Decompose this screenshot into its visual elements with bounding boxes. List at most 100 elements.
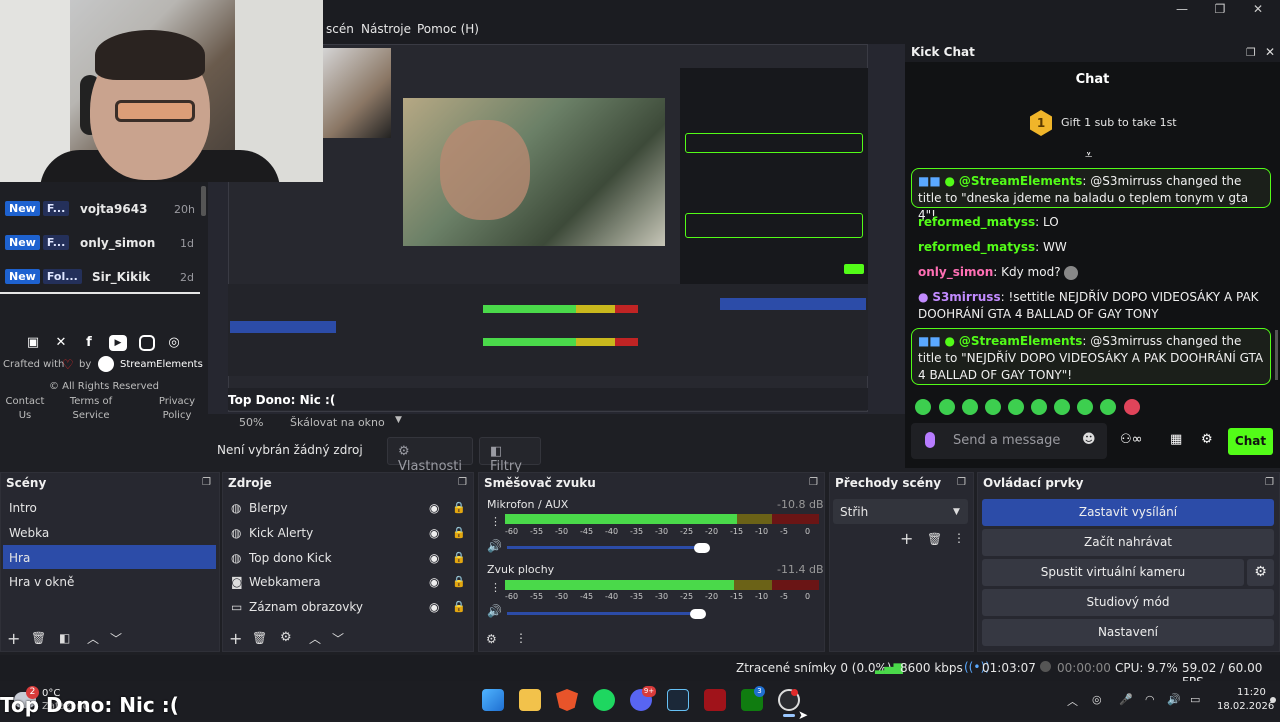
down-icon[interactable]: ﹀ bbox=[332, 630, 344, 647]
speaker-icon[interactable]: 🔊 bbox=[487, 604, 502, 618]
steam-icon[interactable] bbox=[667, 689, 689, 711]
menu-tools[interactable]: Nástroje bbox=[361, 22, 411, 36]
speaker-icon[interactable]: 🔊 bbox=[487, 539, 502, 553]
settings-button[interactable]: Nastavení bbox=[982, 619, 1274, 646]
lock-icon[interactable]: 🔒 bbox=[452, 501, 466, 514]
undock-icon[interactable]: ❐ bbox=[458, 477, 467, 488]
x-icon[interactable]: ✕ bbox=[53, 335, 69, 351]
discord-icon[interactable]: ◎ bbox=[166, 335, 182, 351]
facebook-icon[interactable]: f bbox=[81, 335, 97, 351]
lock-icon[interactable]: 🔒 bbox=[452, 526, 466, 539]
twitch-icon[interactable]: ▣ bbox=[25, 335, 41, 351]
terms-link[interactable]: Terms of Service bbox=[68, 395, 114, 423]
virtual-camera-button[interactable]: Spustit virtuální kameru bbox=[982, 559, 1244, 586]
chat-username[interactable]: reformed_matyss bbox=[918, 215, 1035, 229]
emoji-icon[interactable]: ☻ bbox=[1082, 432, 1096, 447]
scene-item[interactable]: Webka bbox=[9, 526, 49, 540]
emote-icon[interactable] bbox=[939, 399, 955, 415]
trash-icon[interactable]: 🗑 bbox=[31, 631, 46, 645]
chat-username[interactable]: only_simon bbox=[918, 265, 993, 279]
gift-text[interactable]: Gift 1 sub to take 1st bbox=[1061, 116, 1177, 129]
close-icon[interactable]: ✕ bbox=[1265, 45, 1275, 59]
undock-icon[interactable]: ❐ bbox=[1265, 477, 1274, 488]
eye-icon[interactable]: ◉ bbox=[429, 501, 439, 515]
add-icon[interactable]: + bbox=[7, 629, 20, 648]
mic-tray-icon[interactable]: 🎤 bbox=[1119, 693, 1133, 706]
trash-icon[interactable]: 🗑 bbox=[252, 631, 267, 645]
privacy-link[interactable]: Privacy Policy bbox=[152, 395, 202, 423]
windows-start-icon[interactable] bbox=[482, 689, 504, 711]
up-icon[interactable]: ︿ bbox=[87, 630, 99, 647]
up-icon[interactable]: ︿ bbox=[309, 630, 321, 647]
add-icon[interactable]: + bbox=[900, 529, 913, 548]
chat-username[interactable]: reformed_matyss bbox=[918, 240, 1035, 254]
chevron-down-icon[interactable]: ▼ bbox=[953, 507, 960, 517]
emote-icon[interactable] bbox=[1124, 399, 1140, 415]
stop-streaming-button[interactable]: Zastavit vysílání bbox=[982, 499, 1274, 526]
pinned-chevron-icon[interactable]: ⩡ bbox=[1085, 148, 1092, 163]
clock-date[interactable]: 18.02.2026 bbox=[1217, 701, 1274, 712]
wifi-icon[interactable]: ◠ bbox=[1145, 693, 1155, 706]
scene-item[interactable]: Intro bbox=[9, 501, 37, 515]
menu-help[interactable]: Pomoc (H) bbox=[417, 22, 479, 36]
kebab-menu-icon[interactable]: ⋮ bbox=[515, 631, 527, 645]
battery-icon[interactable]: ▭ bbox=[1190, 693, 1200, 706]
emote-icon[interactable] bbox=[985, 399, 1001, 415]
trash-icon[interactable]: 🗑 bbox=[927, 532, 942, 546]
studio-mode-button[interactable]: Studiový mód bbox=[982, 589, 1274, 616]
emote-icon[interactable] bbox=[1077, 399, 1093, 415]
kebab-menu-icon[interactable]: ⋮ bbox=[490, 515, 501, 528]
undock-icon[interactable]: ❐ bbox=[957, 477, 966, 488]
clock-time[interactable]: 11:20 bbox=[1237, 687, 1266, 698]
volume-slider-track[interactable] bbox=[507, 546, 707, 549]
source-item[interactable]: Blerpy bbox=[249, 501, 288, 515]
volume-icon[interactable]: 🔊 bbox=[1167, 693, 1181, 706]
undock-icon[interactable]: ❐ bbox=[809, 477, 818, 488]
transition-selected[interactable]: Střih bbox=[840, 505, 868, 519]
volume-slider-handle[interactable] bbox=[690, 609, 706, 619]
game-launcher-icon[interactable] bbox=[704, 689, 726, 711]
youtube-icon[interactable]: ▶ bbox=[109, 335, 127, 351]
notification-icon[interactable] bbox=[1270, 697, 1276, 703]
store-icon[interactable]: ▦ bbox=[1170, 432, 1182, 447]
instagram-icon[interactable] bbox=[139, 335, 155, 351]
spotify-icon[interactable] bbox=[593, 689, 615, 711]
contact-link[interactable]: Contact Us bbox=[4, 395, 46, 423]
lock-icon[interactable]: 🔒 bbox=[452, 600, 466, 613]
emote-icon[interactable] bbox=[1031, 399, 1047, 415]
close-button[interactable]: ✕ bbox=[1238, 2, 1278, 20]
audio-settings-icon[interactable]: ⚙ bbox=[486, 632, 497, 646]
chat-input-placeholder[interactable]: Send a message bbox=[953, 433, 1060, 448]
settings-icon[interactable]: ⚙ bbox=[1201, 432, 1213, 447]
source-item[interactable]: Webkamera bbox=[249, 575, 321, 589]
volume-slider-handle[interactable] bbox=[694, 543, 710, 553]
chat-username[interactable]: @StreamElements bbox=[959, 334, 1083, 348]
add-icon[interactable]: + bbox=[229, 629, 242, 648]
file-explorer-icon[interactable] bbox=[519, 689, 541, 711]
chat-username[interactable]: @StreamElements bbox=[959, 174, 1083, 188]
emote-icon[interactable] bbox=[1054, 399, 1070, 415]
zoom-level[interactable]: 50% bbox=[239, 416, 263, 429]
kebab-menu-icon[interactable]: ⋮ bbox=[953, 531, 965, 545]
filter-icon[interactable]: ◧ bbox=[59, 631, 70, 645]
emote-icon[interactable] bbox=[962, 399, 978, 415]
chat-send-button[interactable]: Chat bbox=[1228, 428, 1273, 455]
scene-item[interactable]: Hra bbox=[9, 551, 30, 565]
scene-item[interactable]: Hra v okně bbox=[9, 575, 74, 589]
maximize-button[interactable]: ❐ bbox=[1200, 2, 1240, 20]
source-item[interactable]: Záznam obrazovky bbox=[249, 600, 363, 614]
gear-icon[interactable]: ⚙ bbox=[1247, 559, 1274, 586]
source-item[interactable]: Kick Alerty bbox=[249, 526, 313, 540]
undock-icon[interactable]: ❐ bbox=[202, 477, 211, 488]
undock-icon[interactable]: ❐ bbox=[1246, 46, 1256, 59]
chevron-down-icon[interactable]: ▼ bbox=[395, 415, 402, 425]
eye-icon[interactable]: ◉ bbox=[429, 600, 439, 614]
minimize-button[interactable]: — bbox=[1162, 2, 1202, 20]
eye-icon[interactable]: ◉ bbox=[429, 551, 439, 565]
eye-icon[interactable]: ◉ bbox=[429, 575, 439, 589]
scene-item-selected[interactable] bbox=[3, 545, 216, 569]
chevron-up-icon[interactable]: ︿ bbox=[1067, 693, 1078, 709]
steam-tray-icon[interactable]: ◎ bbox=[1092, 693, 1102, 706]
emote-icon[interactable] bbox=[1008, 399, 1024, 415]
volume-slider-track[interactable] bbox=[507, 612, 701, 615]
